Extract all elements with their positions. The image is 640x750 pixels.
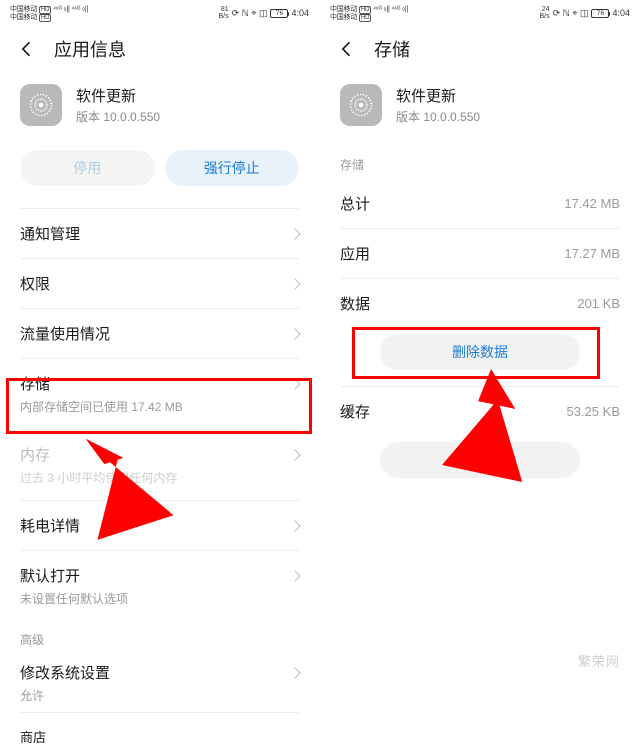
header: 存储 (320, 22, 640, 80)
force-stop-button[interactable]: 强行停止 (165, 150, 300, 186)
delete-data-button[interactable]: 删除数据 (380, 334, 580, 370)
app-info-block: 软件更新 版本 10.0.0.550 (0, 80, 319, 146)
back-icon[interactable] (336, 38, 358, 60)
phone-right: 中国移动 HD ⁴⁶ᴳ ⬨|| ⁴⁶ᴳ ⬨|| 中国移动 HD 24B/s ⟳ … (320, 0, 640, 686)
status-bar: 中国移动 HD ⁴⁶ᴳ ⬨|| ⁴⁶ᴳ ⬨|| 中国移动 HD 81B/s ⟳ … (0, 0, 319, 22)
row-modify-sub: 允许 (20, 687, 299, 704)
phone-left: 中国移动 HD ⁴⁶ᴳ ⬨|| ⁴⁶ᴳ ⬨|| 中国移动 HD 81B/s ⟳ … (0, 0, 320, 686)
section-storage: 存储 (320, 146, 640, 179)
gear-icon (20, 84, 62, 126)
chevron-right-icon (289, 228, 300, 239)
row-notifications[interactable]: 通知管理 (0, 209, 319, 258)
chevron-right-icon (289, 449, 300, 460)
row-permissions[interactable]: 权限 (0, 259, 319, 308)
watermark: 繁荣网 (578, 651, 620, 670)
gear-icon (340, 84, 382, 126)
chevron-right-icon (289, 378, 300, 389)
row-data: 数据201 KB (320, 279, 640, 328)
app-name: 软件更新 (76, 85, 160, 106)
row-cache: 缓存53.25 KB (320, 387, 640, 436)
chevron-right-icon (289, 520, 300, 531)
row-total: 总计17.42 MB (320, 179, 640, 228)
row-power[interactable]: 耗电详情 (0, 501, 319, 550)
chevron-right-icon (289, 328, 300, 339)
section-advanced: 高级 (0, 621, 319, 654)
page-title: 存储 (374, 36, 410, 62)
row-shop[interactable]: 商店 (0, 713, 319, 750)
app-version: 版本 10.0.0.550 (396, 108, 480, 125)
chevron-right-icon (289, 667, 300, 678)
app-version: 版本 10.0.0.550 (76, 108, 160, 125)
header: 应用信息 (0, 22, 319, 80)
row-default-open[interactable]: 默认打开 未设置任何默认选项 (0, 551, 319, 621)
clear-cache-button[interactable]: 清空缓存 (380, 442, 580, 478)
row-default-sub: 未设置任何默认选项 (20, 590, 299, 607)
status-bar: 中国移动 HD ⁴⁶ᴳ ⬨|| ⁴⁶ᴳ ⬨|| 中国移动 HD 24B/s ⟳ … (320, 0, 640, 22)
disable-button[interactable]: 停用 (20, 150, 155, 186)
app-name: 软件更新 (396, 85, 480, 106)
row-storage-sub: 内部存储空间已使用 17.42 MB (20, 398, 299, 415)
row-modify-system[interactable]: 修改系统设置 允许 (0, 654, 319, 712)
back-icon[interactable] (16, 38, 38, 60)
chevron-right-icon (289, 570, 300, 581)
row-storage[interactable]: 存储 内部存储空间已使用 17.42 MB (0, 359, 319, 429)
row-memory-sub: 过去 3 小时平均使用任何内存 (20, 469, 299, 486)
chevron-right-icon (289, 278, 300, 289)
row-memory: 内存 过去 3 小时平均使用任何内存 (0, 430, 319, 500)
row-traffic[interactable]: 流量使用情况 (0, 309, 319, 358)
row-app: 应用17.27 MB (320, 229, 640, 278)
page-title: 应用信息 (54, 36, 126, 62)
app-info-block: 软件更新 版本 10.0.0.550 (320, 80, 640, 146)
